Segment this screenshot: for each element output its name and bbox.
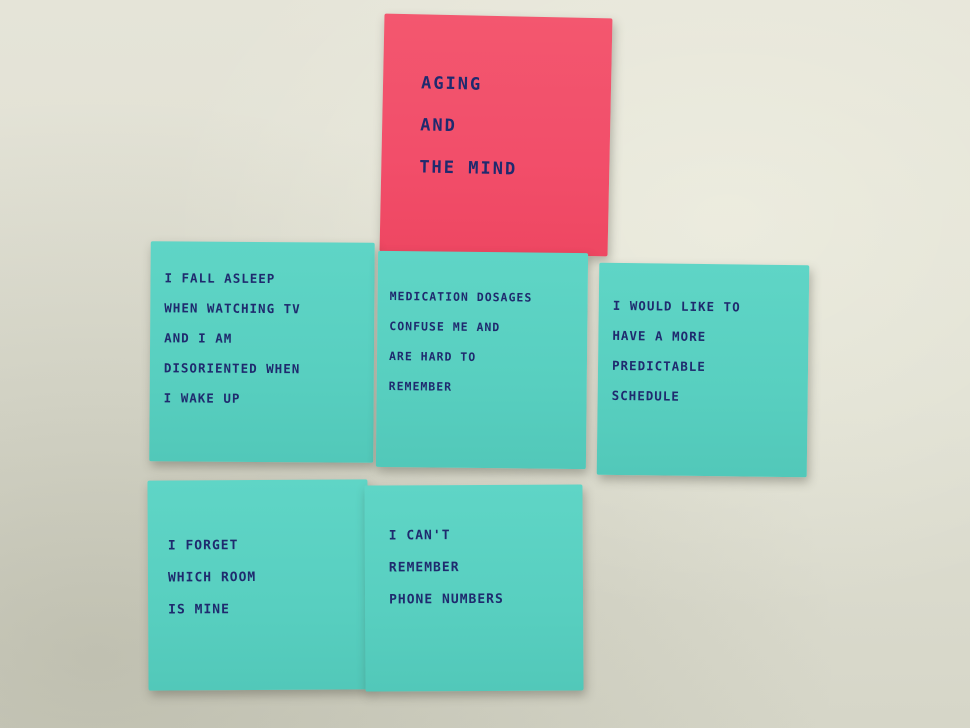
sticky-note-medication: MEDICATION DOSAGES CONFUSE ME AND ARE HA… — [375, 250, 589, 470]
sticky-note-fall-asleep: I FALL ASLEEP WHEN WATCHING TV AND I AM … — [149, 241, 375, 463]
note-phone-numbers-text: I CAN'T REMEMBER PHONE NUMBERS — [388, 528, 504, 608]
sticky-note-schedule: I WOULD LIKE TO HAVE A MORE PREDICTABLE … — [596, 262, 810, 478]
note-fall-asleep-text: I FALL ASLEEP WHEN WATCHING TV AND I AM … — [163, 270, 301, 406]
wall-background: AGING AND THE MIND I FALL ASLEEP WHEN WA… — [0, 0, 970, 728]
title-sticky-note: AGING AND THE MIND — [379, 13, 613, 257]
sticky-note-forget-room: I FORGET WHICH ROOM IS MINE — [147, 479, 369, 691]
note-medication-text: MEDICATION DOSAGES CONFUSE ME AND ARE HA… — [388, 289, 533, 394]
title-note-text: AGING AND THE MIND — [419, 73, 518, 180]
sticky-note-phone-numbers: I CAN'T REMEMBER PHONE NUMBERS — [364, 484, 584, 692]
note-schedule-text: I WOULD LIKE TO HAVE A MORE PREDICTABLE … — [611, 297, 741, 404]
note-forget-room-text: I FORGET WHICH ROOM IS MINE — [167, 538, 257, 618]
